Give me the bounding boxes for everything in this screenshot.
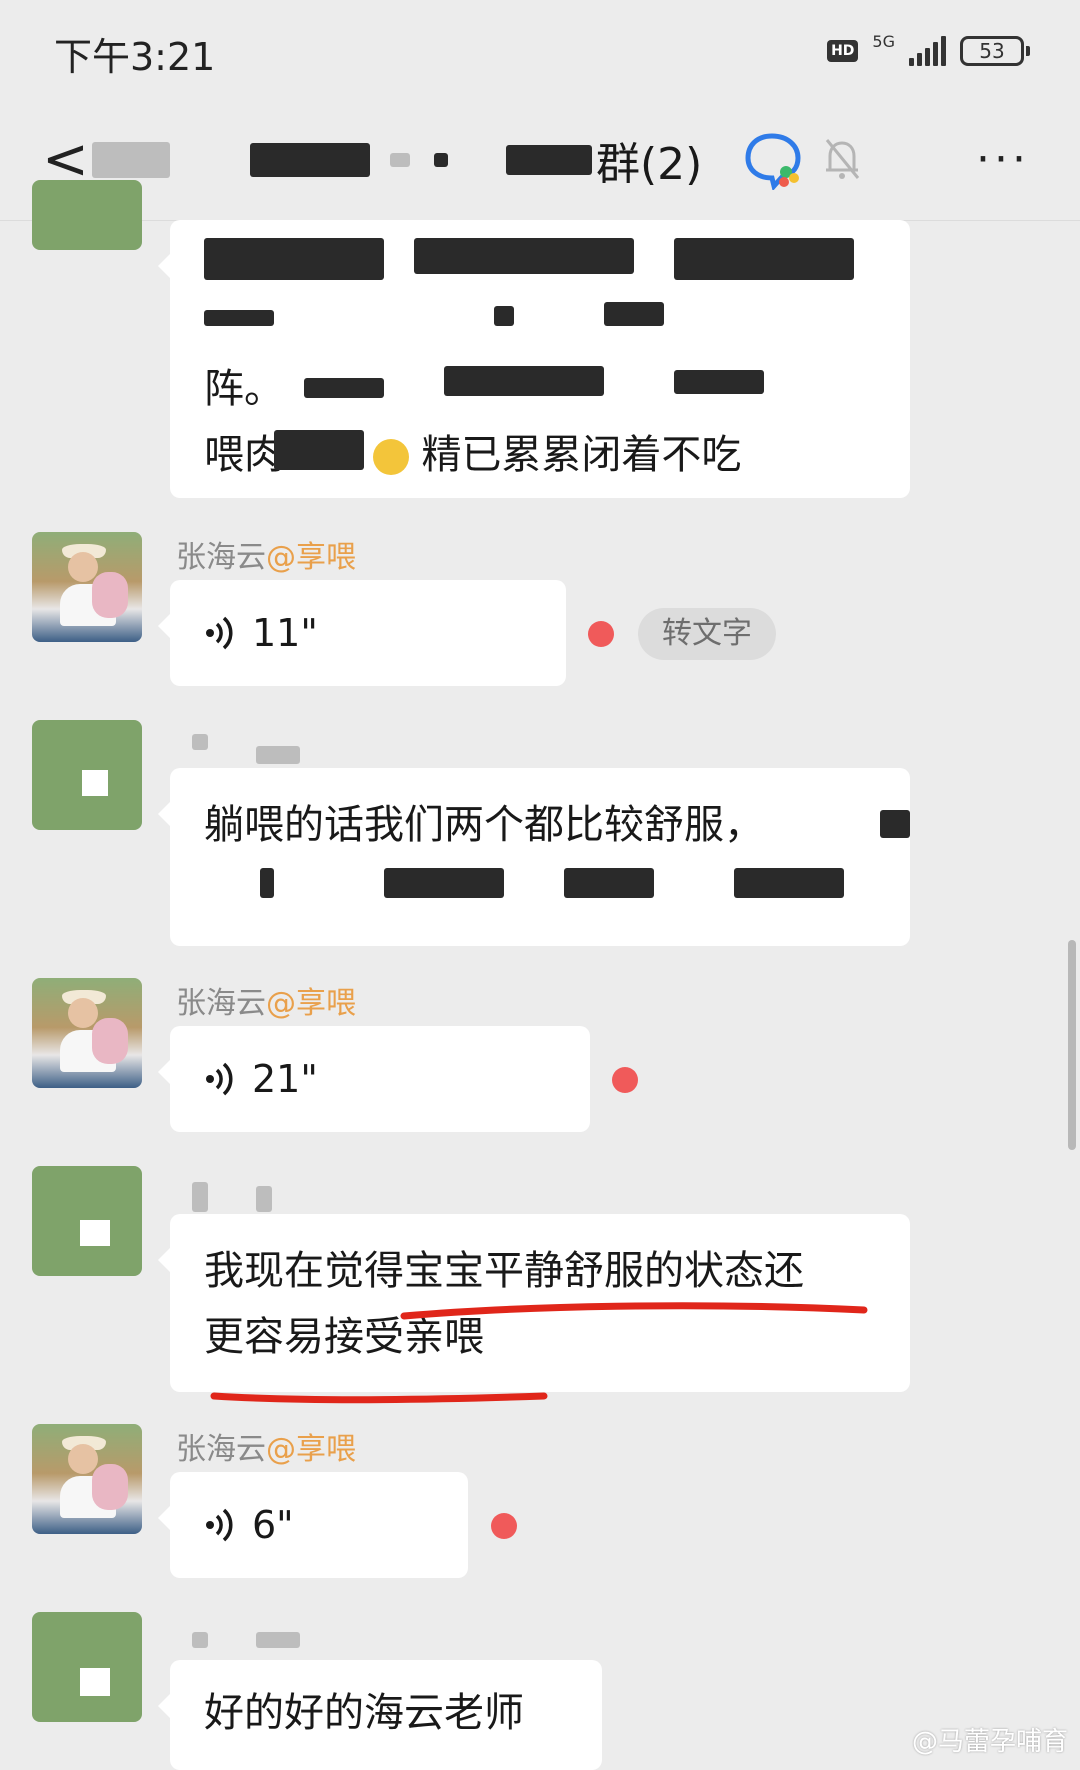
avatar[interactable] xyxy=(32,1612,142,1722)
mute-bell-icon xyxy=(825,139,860,179)
avatar[interactable] xyxy=(32,978,142,1088)
emoji-icon xyxy=(372,439,409,475)
avatar[interactable] xyxy=(32,720,142,830)
voice-duration: 21" xyxy=(252,1057,318,1101)
unread-count-redacted xyxy=(92,142,170,178)
voice-icon xyxy=(206,1508,233,1542)
message-text: 躺喂的话我们两个都比较舒服， xyxy=(204,802,764,848)
unread-dot xyxy=(612,1067,638,1093)
avatar[interactable] xyxy=(32,1424,142,1534)
sender-name: 张海云@享喂 xyxy=(176,540,356,575)
highlight-underline xyxy=(210,1392,548,1404)
highlight-underline xyxy=(400,1302,868,1320)
status-icons: HD 5G 53 xyxy=(827,32,1030,66)
watermark: @马蕾孕哺育 xyxy=(911,1727,1068,1757)
message-bubble[interactable]: 阵。 喂肉 精已累累闭着不吃 xyxy=(158,220,910,498)
battery-icon: 53 xyxy=(960,36,1030,66)
voice-icon xyxy=(206,1062,233,1096)
message-text: 好的好的海云老师 xyxy=(204,1690,524,1736)
avatar[interactable] xyxy=(32,1166,142,1276)
hd-icon: HD xyxy=(827,40,859,62)
status-time: 下午3:21 xyxy=(54,35,216,79)
sender-name: 张海云@享喂 xyxy=(176,1432,356,1467)
message-text: 喂肉 xyxy=(204,432,284,478)
to-text-button[interactable]: 转文字 xyxy=(638,608,776,660)
voice-duration: 11" xyxy=(252,611,318,655)
message-text: 精已累累闭着不吃 xyxy=(421,432,742,478)
status-bar: 下午3:21 HD 5G 53 xyxy=(0,0,1080,100)
chat-header: < 群(2) ··· xyxy=(0,100,1080,221)
message-bubble[interactable]: 躺喂的话我们两个都比较舒服， xyxy=(158,768,910,946)
network-type: 5G xyxy=(872,31,895,51)
signal-icon xyxy=(909,36,946,66)
message-text: 我现在觉得宝宝平静舒服的状态还 xyxy=(204,1248,804,1294)
group-chat-icon[interactable] xyxy=(744,132,804,190)
message-text: 阵。 xyxy=(204,366,284,412)
voice-duration: 6" xyxy=(252,1503,294,1547)
message-bubble[interactable]: 好的好的海云老师 xyxy=(158,1660,602,1770)
avatar[interactable] xyxy=(32,180,142,250)
more-menu-icon[interactable]: ··· xyxy=(976,134,1030,185)
voice-message[interactable]: 21" xyxy=(158,1026,590,1132)
voice-icon xyxy=(206,616,233,650)
scrollbar[interactable] xyxy=(1068,940,1076,1150)
chat-title-text: 群(2) xyxy=(596,139,703,190)
voice-message[interactable]: 6" xyxy=(158,1472,468,1578)
voice-message[interactable]: 11" xyxy=(158,580,566,686)
unread-dot xyxy=(588,621,614,647)
sender-name: 张海云@享喂 xyxy=(176,986,356,1021)
unread-dot xyxy=(491,1513,517,1539)
chat-title[interactable]: 群(2) xyxy=(250,128,702,192)
avatar[interactable] xyxy=(32,532,142,642)
